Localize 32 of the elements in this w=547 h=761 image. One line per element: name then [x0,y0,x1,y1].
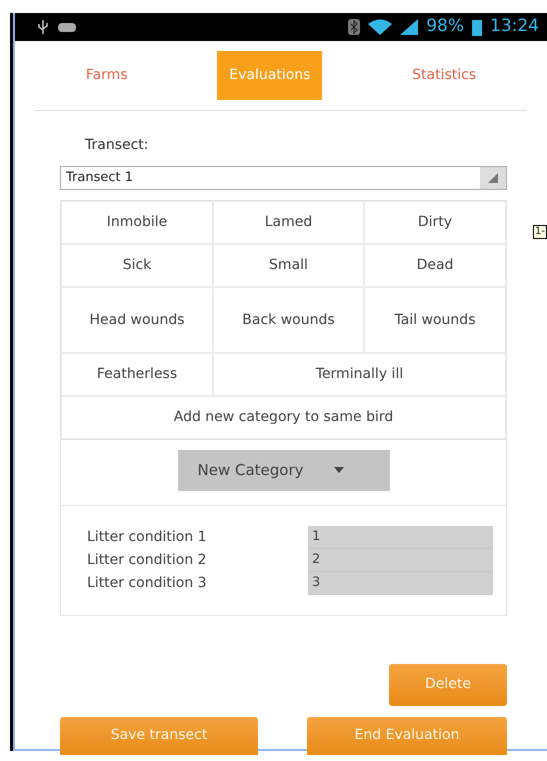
category-button[interactable]: Add new category to same bird [61,396,506,439]
litter-value-field[interactable]: 1 [308,526,493,548]
battery-percent: 98% [426,15,464,38]
litter-label: Litter condition 2 [87,550,208,570]
litter-value-field[interactable]: 3 [308,572,493,594]
category-button[interactable]: Terminally ill [213,353,506,396]
usb-icon [37,19,49,35]
litter-label: Litter condition 1 [87,528,208,546]
transect-dropdown[interactable]: Transect 1 [60,166,507,190]
wifi-icon [368,19,392,35]
category-button[interactable]: Head wounds [61,287,213,353]
bluetooth-icon [348,19,360,35]
litter-label: Litter condition 3 [87,574,208,592]
litter-value-field[interactable]: 2 [308,548,493,572]
category-button[interactable]: Lamed [213,201,364,244]
tooltip: 1- [533,225,547,239]
battery-icon [472,18,482,36]
new-category-dropdown[interactable]: New Category [178,450,390,490]
category-button[interactable]: Back wounds [213,287,364,353]
clock: 13:24 [490,15,539,38]
signal-icon [400,19,418,35]
android-icon [57,21,77,33]
dropdown-arrow-icon [488,173,498,183]
category-button[interactable]: Dirty [364,201,506,244]
category-button[interactable]: Sick [61,244,213,287]
category-button[interactable]: Dead [364,244,506,287]
transect-label: Transect: [85,136,150,155]
category-button[interactable]: Featherless [61,353,213,396]
caret-icon [334,467,344,474]
category-button[interactable]: Tail wounds [364,287,506,353]
category-button[interactable]: Small [213,244,364,287]
category-button[interactable]: Inmobile [61,201,213,244]
